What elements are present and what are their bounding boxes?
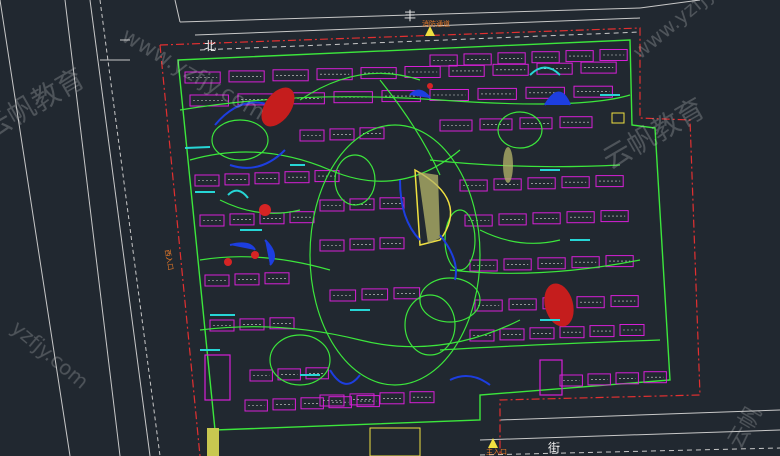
north-label: 北 bbox=[204, 39, 216, 53]
road-top-label: 丰 bbox=[404, 9, 416, 23]
main-entrance-label: 主入口 bbox=[486, 447, 507, 456]
drawing-background bbox=[0, 0, 780, 456]
cad-site-plan-canvas[interactable]: 北 丰 消防通道 街 主入口 西入口 www.yzfjy.com www.yzf… bbox=[0, 0, 780, 456]
road-bottom-label: 街 bbox=[548, 441, 560, 455]
fire-lane-label: 消防通道 bbox=[422, 19, 450, 28]
